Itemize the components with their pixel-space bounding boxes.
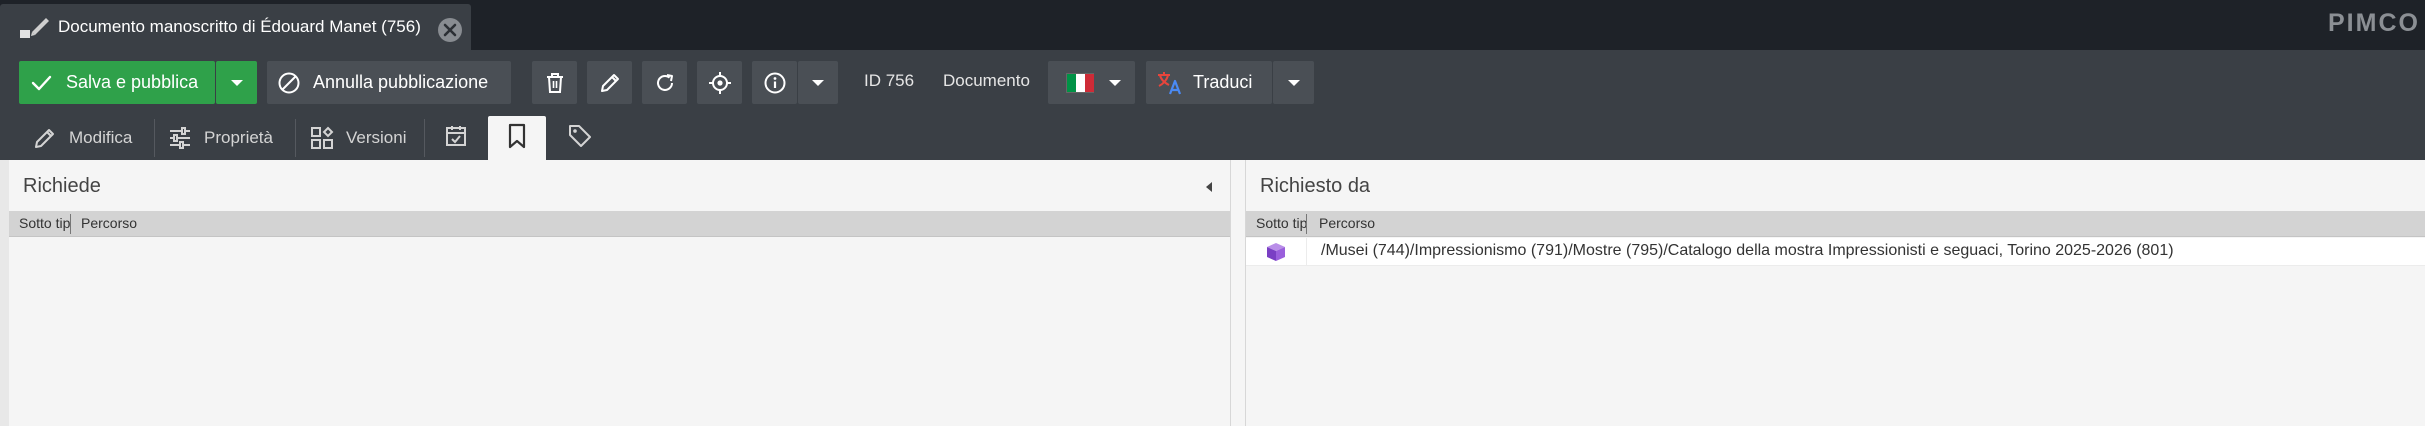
- reload-icon: [654, 72, 676, 94]
- chevron-down-icon: [229, 78, 245, 88]
- tab-properties-label: Proprietà: [204, 128, 273, 147]
- tag-icon: [567, 123, 593, 154]
- tab-edit-label: Modifica: [69, 128, 133, 147]
- unpublish-label: Annulla pubblicazione: [313, 72, 489, 92]
- translate-button[interactable]: Traduci: [1146, 61, 1272, 104]
- chevron-down-icon: [810, 78, 826, 88]
- document-subtabs: Modifica Proprietà Versioni: [0, 111, 2425, 160]
- document-tab[interactable]: Documento manoscritto di Édouard Manet (…: [0, 4, 471, 50]
- document-tab-title: Documento manoscritto di Édouard Manet (…: [58, 17, 421, 36]
- reload-button[interactable]: [642, 61, 687, 104]
- bookmark-icon: [507, 123, 527, 154]
- brand-logo: PIMCO: [2328, 9, 2420, 37]
- tab-versions-label: Versioni: [346, 128, 407, 147]
- calendar-check-icon: [444, 124, 468, 153]
- info-button[interactable]: [752, 61, 797, 104]
- ban-icon: [277, 71, 301, 95]
- panel-splitter[interactable]: [1231, 160, 1245, 426]
- document-toolbar: Salva e pubblica Annulla pubblicazione I…: [0, 50, 2425, 111]
- translate-icon: [1156, 70, 1184, 96]
- tab-tags[interactable]: [562, 116, 598, 160]
- info-options-button[interactable]: [798, 61, 838, 104]
- publish-options-button[interactable]: [216, 61, 257, 104]
- tab-schedule[interactable]: [438, 116, 474, 160]
- required-by-grid-header: Sotto tipo Percorso: [1246, 211, 2425, 237]
- tab-separator: [154, 119, 155, 157]
- rename-button[interactable]: [587, 61, 632, 104]
- versions-icon: [310, 126, 334, 150]
- column-resize-handle[interactable]: [1306, 214, 1307, 234]
- delete-button[interactable]: [532, 61, 577, 104]
- tab-separator: [295, 119, 296, 157]
- pencil-icon: [33, 126, 57, 150]
- sliders-icon: [168, 126, 192, 150]
- close-tab-icon[interactable]: [438, 18, 462, 42]
- save-and-publish-button[interactable]: Salva e pubblica: [19, 61, 215, 104]
- chevron-down-icon: [1286, 78, 1302, 88]
- unpublish-button[interactable]: Annulla pubblicazione: [267, 61, 511, 104]
- tab-edit[interactable]: Modifica: [33, 116, 132, 160]
- cell-separator: [1306, 238, 1307, 266]
- column-header-path[interactable]: Percorso: [1319, 215, 1375, 231]
- check-icon: [29, 71, 53, 95]
- column-resize-handle[interactable]: [70, 214, 71, 234]
- italian-flag-icon: [1065, 72, 1096, 93]
- table-row[interactable]: /Musei (744)/Impressionismo (791)/Mostre…: [1246, 238, 2425, 266]
- top-tab-bar: Documento manoscritto di Édouard Manet (…: [0, 0, 2425, 50]
- column-header-path[interactable]: Percorso: [81, 215, 137, 231]
- info-icon: [763, 71, 787, 95]
- edit-document-icon: [18, 14, 52, 42]
- app-window: Documento manoscritto di Édouard Manet (…: [0, 0, 2425, 426]
- requires-grid-header: Sotto tipo Percorso: [9, 211, 1230, 237]
- requires-panel: Richiede Sotto tipo Percorso: [9, 160, 1231, 426]
- trash-icon: [545, 72, 565, 94]
- document-type-label: Documento: [943, 71, 1030, 90]
- show-in-tree-button[interactable]: [697, 61, 742, 104]
- document-id-label: ID 756: [864, 71, 915, 90]
- required-by-panel-title: Richiesto da: [1260, 175, 1371, 197]
- translate-options-button[interactable]: [1273, 61, 1314, 104]
- requires-panel-title: Richiede: [23, 175, 101, 197]
- dependency-path[interactable]: /Musei (744)/Impressionismo (791)/Mostre…: [1321, 242, 2174, 260]
- translate-label: Traduci: [1193, 72, 1253, 92]
- save-and-publish-label: Salva e pubblica: [66, 72, 199, 92]
- column-header-subtype[interactable]: Sotto tipo: [19, 215, 71, 231]
- collapse-arrow-icon[interactable]: [1204, 180, 1214, 199]
- left-edge-strip: [0, 160, 9, 426]
- tab-dependencies[interactable]: [488, 116, 546, 160]
- tab-separator: [424, 119, 425, 157]
- language-options-button[interactable]: [1094, 61, 1135, 104]
- pencil-icon: [599, 72, 621, 94]
- tab-properties[interactable]: Proprietà: [168, 116, 273, 160]
- chevron-down-icon: [1107, 78, 1123, 88]
- column-header-subtype[interactable]: Sotto tipo: [1256, 215, 1306, 231]
- data-object-icon: [1264, 240, 1288, 269]
- crosshair-icon: [708, 71, 732, 95]
- tab-versions[interactable]: Versioni: [310, 116, 406, 160]
- required-by-panel: Richiesto da Sotto tipo Percorso /Musei …: [1245, 160, 2425, 426]
